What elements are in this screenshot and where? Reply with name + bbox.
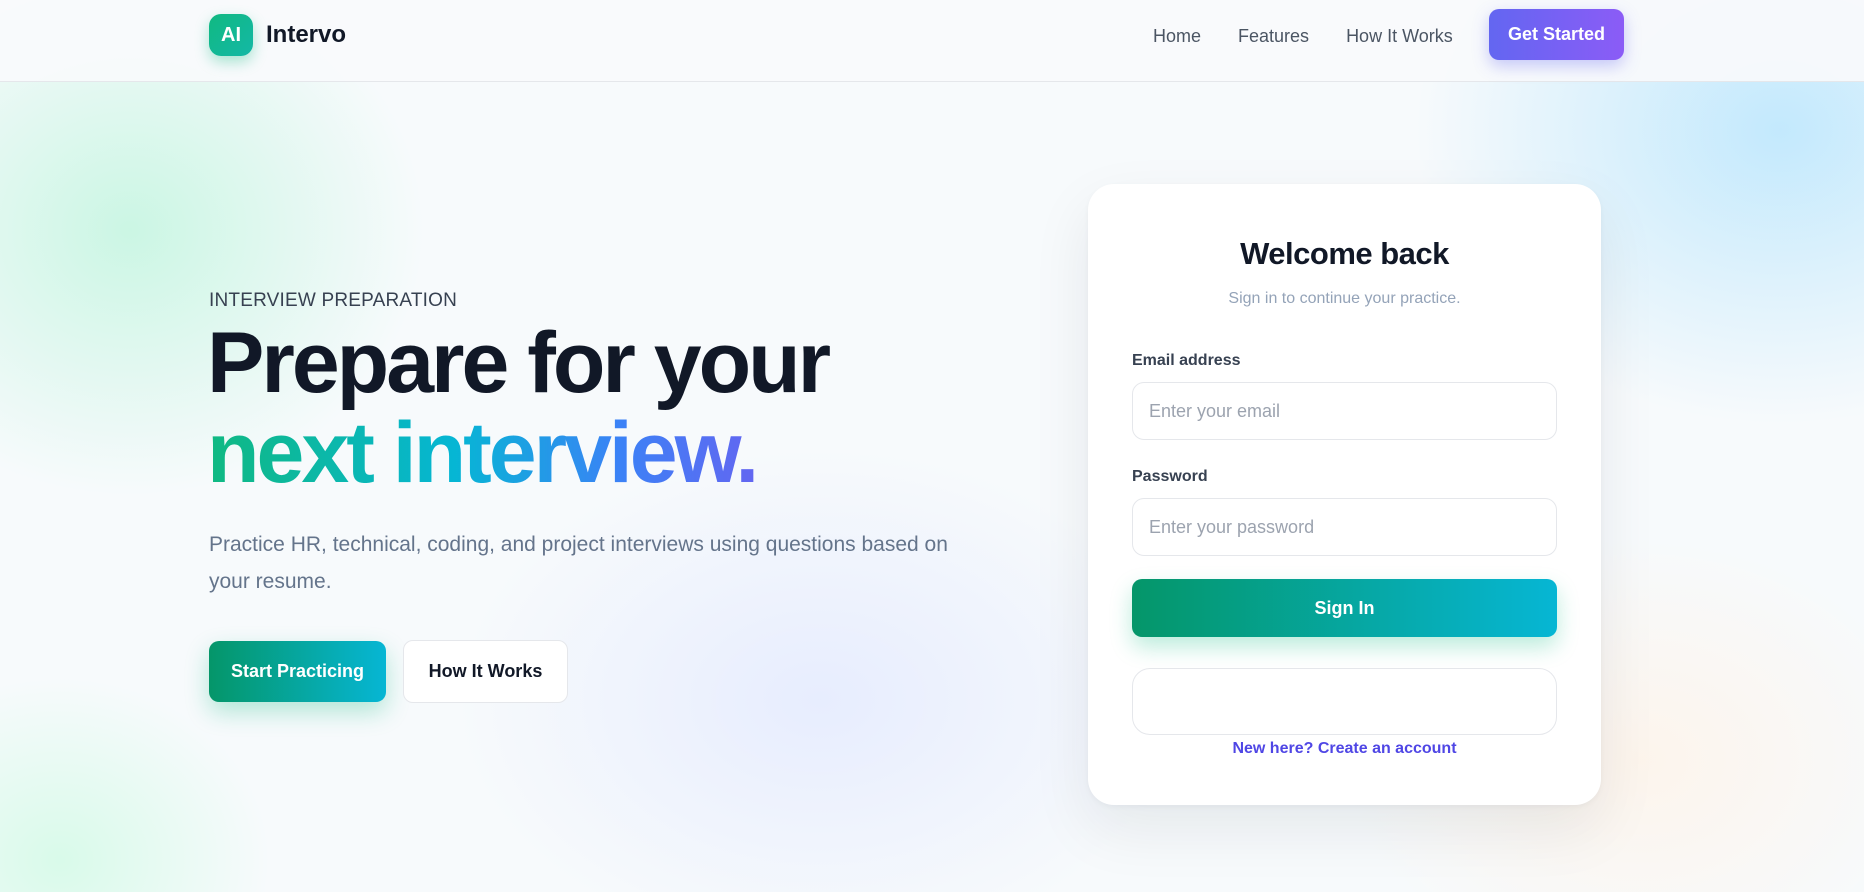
email-field[interactable]: [1132, 382, 1557, 440]
hero-headline-line2: next interview.: [207, 405, 759, 501]
hero-headline: Prepare for your next interview.: [207, 318, 1067, 498]
login-subtitle: Sign in to continue your practice.: [1228, 290, 1461, 307]
create-account-link[interactable]: New here? Create an account: [1088, 740, 1601, 758]
hero-headline-line1: Prepare for your: [207, 315, 831, 411]
top-navigation: AI Intervo Home Features How It Works Ge…: [0, 0, 1864, 82]
login-card: Welcome back Sign in to continue your pr…: [1088, 184, 1601, 805]
get-started-button[interactable]: Get Started: [1489, 9, 1624, 60]
start-practicing-button[interactable]: Start Practicing: [209, 641, 386, 702]
nav-link-home[interactable]: Home: [1153, 26, 1201, 47]
nav-link-how-it-works[interactable]: How It Works: [1346, 26, 1453, 47]
how-it-works-button[interactable]: How It Works: [403, 640, 568, 703]
logo-icon: AI: [209, 14, 253, 56]
brand-name: Intervo: [266, 21, 347, 48]
nav-link-features[interactable]: Features: [1238, 26, 1309, 47]
sign-in-button[interactable]: Sign In: [1132, 579, 1557, 637]
hero-description: Practice HR, technical, coding, and proj…: [209, 533, 948, 593]
password-label: Password: [1132, 468, 1208, 485]
nav-links: Home Features How It Works: [1153, 0, 1490, 72]
password-field[interactable]: [1132, 498, 1557, 556]
brand[interactable]: AI Intervo: [209, 14, 346, 56]
login-title: Welcome back: [1240, 236, 1449, 271]
hero-eyebrow: INTERVIEW PREPARATION: [209, 290, 458, 311]
alternate-sign-in-slot[interactable]: [1132, 668, 1557, 735]
email-label: Email address: [1132, 352, 1241, 369]
